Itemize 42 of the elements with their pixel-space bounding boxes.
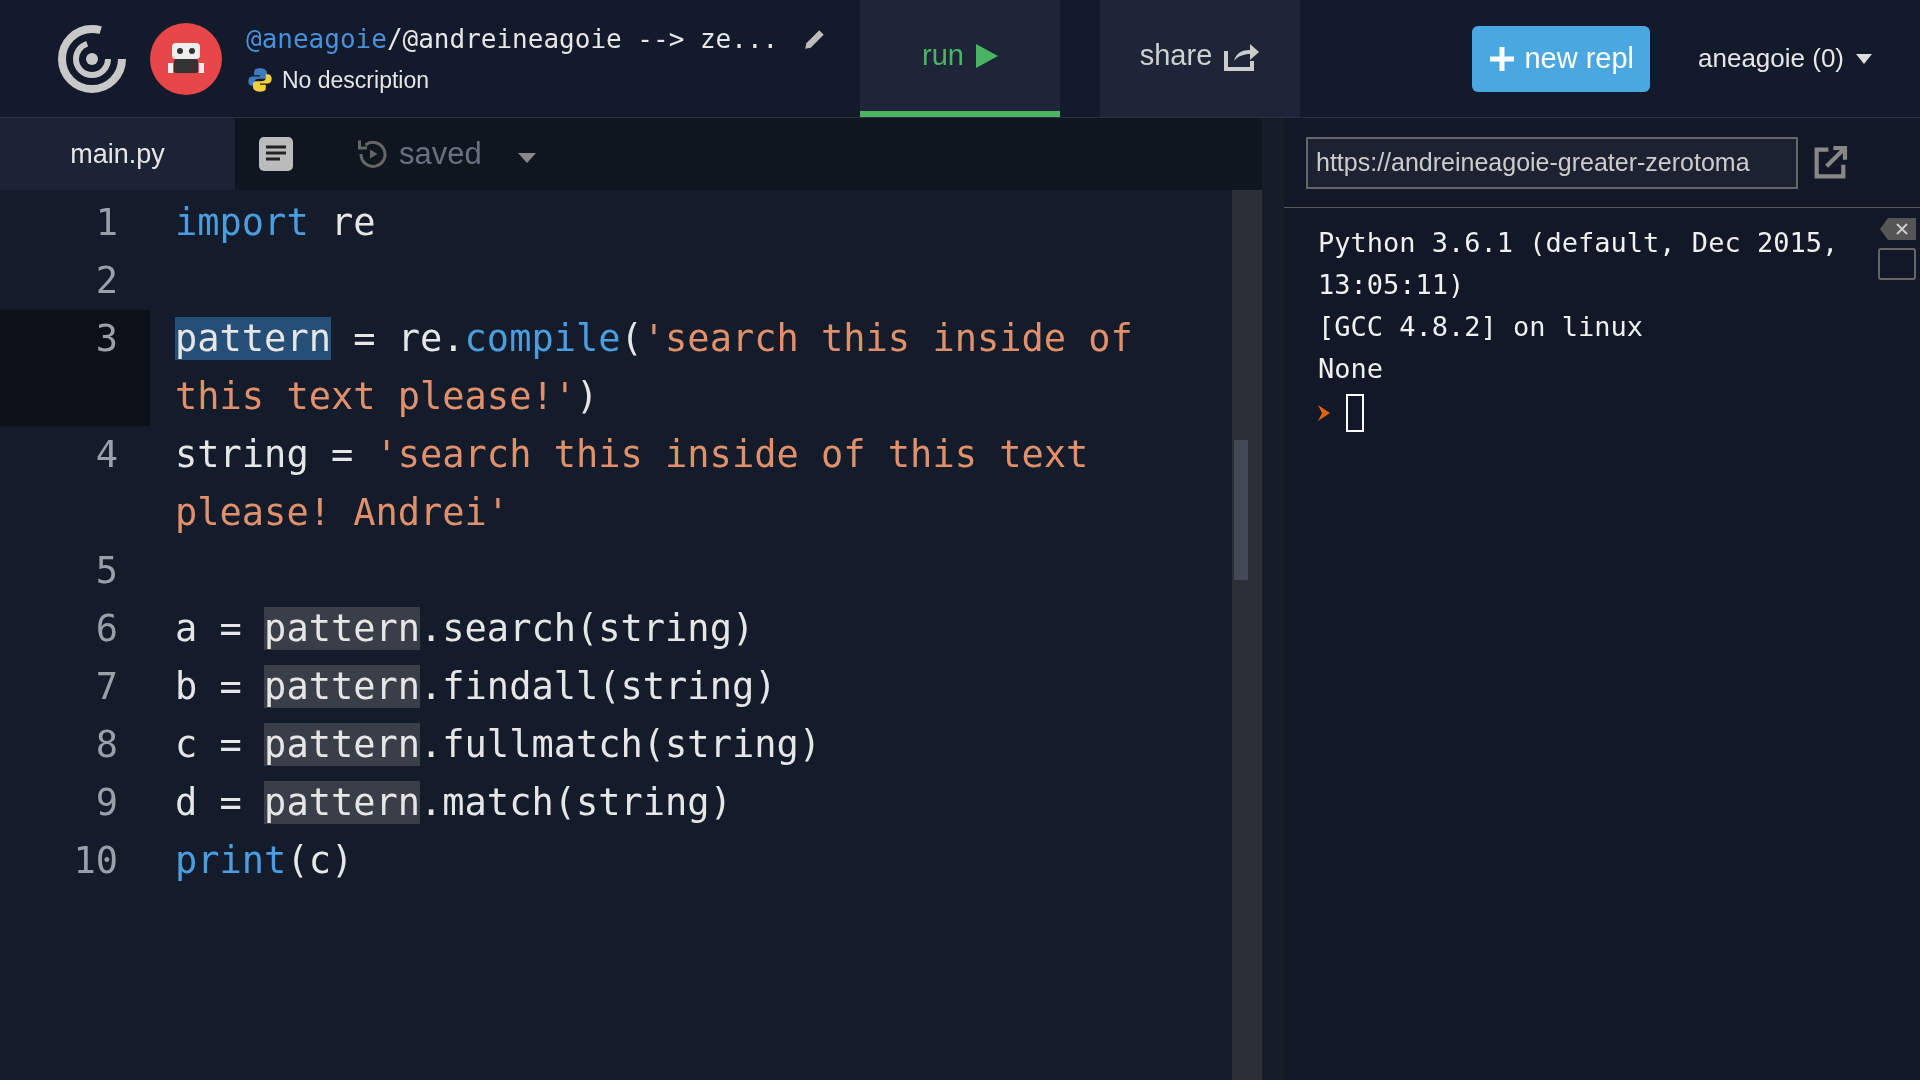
code-line: import re	[174, 200, 377, 246]
line-number: 2	[94, 258, 119, 304]
line-number: 3	[0, 310, 150, 426]
caret-icon[interactable]	[517, 153, 536, 163]
play-icon	[975, 43, 998, 68]
line-number: 10	[72, 838, 119, 884]
file-tab[interactable]: main.py	[0, 118, 235, 190]
saved-status: saved	[399, 134, 482, 173]
code-line: b = pattern.findall(string)	[174, 664, 778, 710]
line-number: 1	[94, 200, 119, 246]
header-tab[interactable]: run	[860, 0, 1060, 117]
python-icon	[246, 66, 274, 94]
console-output: None	[1318, 352, 1385, 386]
line-number: 8	[94, 722, 119, 768]
console-cursor	[1346, 394, 1364, 432]
code-line: a = pattern.search(string)	[174, 606, 756, 652]
user-menu[interactable]: aneagoie (0)	[1698, 39, 1872, 78]
line-number: 5	[94, 548, 119, 594]
repl-title: /@andreineagoie --> ze...	[386, 23, 779, 54]
spiral-logo-icon[interactable]	[58, 24, 126, 93]
line-number: 4	[94, 432, 119, 478]
close-icon[interactable]	[1880, 218, 1916, 240]
plus-icon	[1488, 44, 1517, 73]
document-icon[interactable]	[259, 137, 293, 171]
owner-link[interactable]: @aneagoie	[246, 23, 387, 54]
console-output: Python 3.6.1 (default, Dec 2015, 13:05:11)	[1318, 226, 1840, 302]
caret-icon	[1856, 53, 1872, 64]
code-line: pattern = re.compile('search this inside of this text please!')	[174, 316, 1134, 420]
line-number: 7	[94, 664, 119, 710]
editor-scrollbar[interactable]	[1232, 190, 1262, 1080]
line-number: 6	[94, 606, 119, 652]
header-tab[interactable]: share	[1100, 0, 1300, 117]
prompt-icon	[1318, 405, 1330, 421]
console-output: [GCC 4.8.2] on linux	[1318, 310, 1645, 344]
code-line: string = 'search this inside of this text please! Andrei'	[174, 432, 1090, 536]
robot-avatar-icon[interactable]	[150, 22, 222, 95]
line-number: 9	[94, 780, 119, 826]
code-line: c = pattern.fullmatch(string)	[174, 722, 822, 768]
url-field[interactable]: https://andreineagoie-greater-zerotoma	[1306, 136, 1798, 189]
code-line: d = pattern.match(string)	[174, 780, 733, 826]
description-text: No description	[282, 65, 430, 95]
code-line: print(c)	[174, 838, 355, 884]
